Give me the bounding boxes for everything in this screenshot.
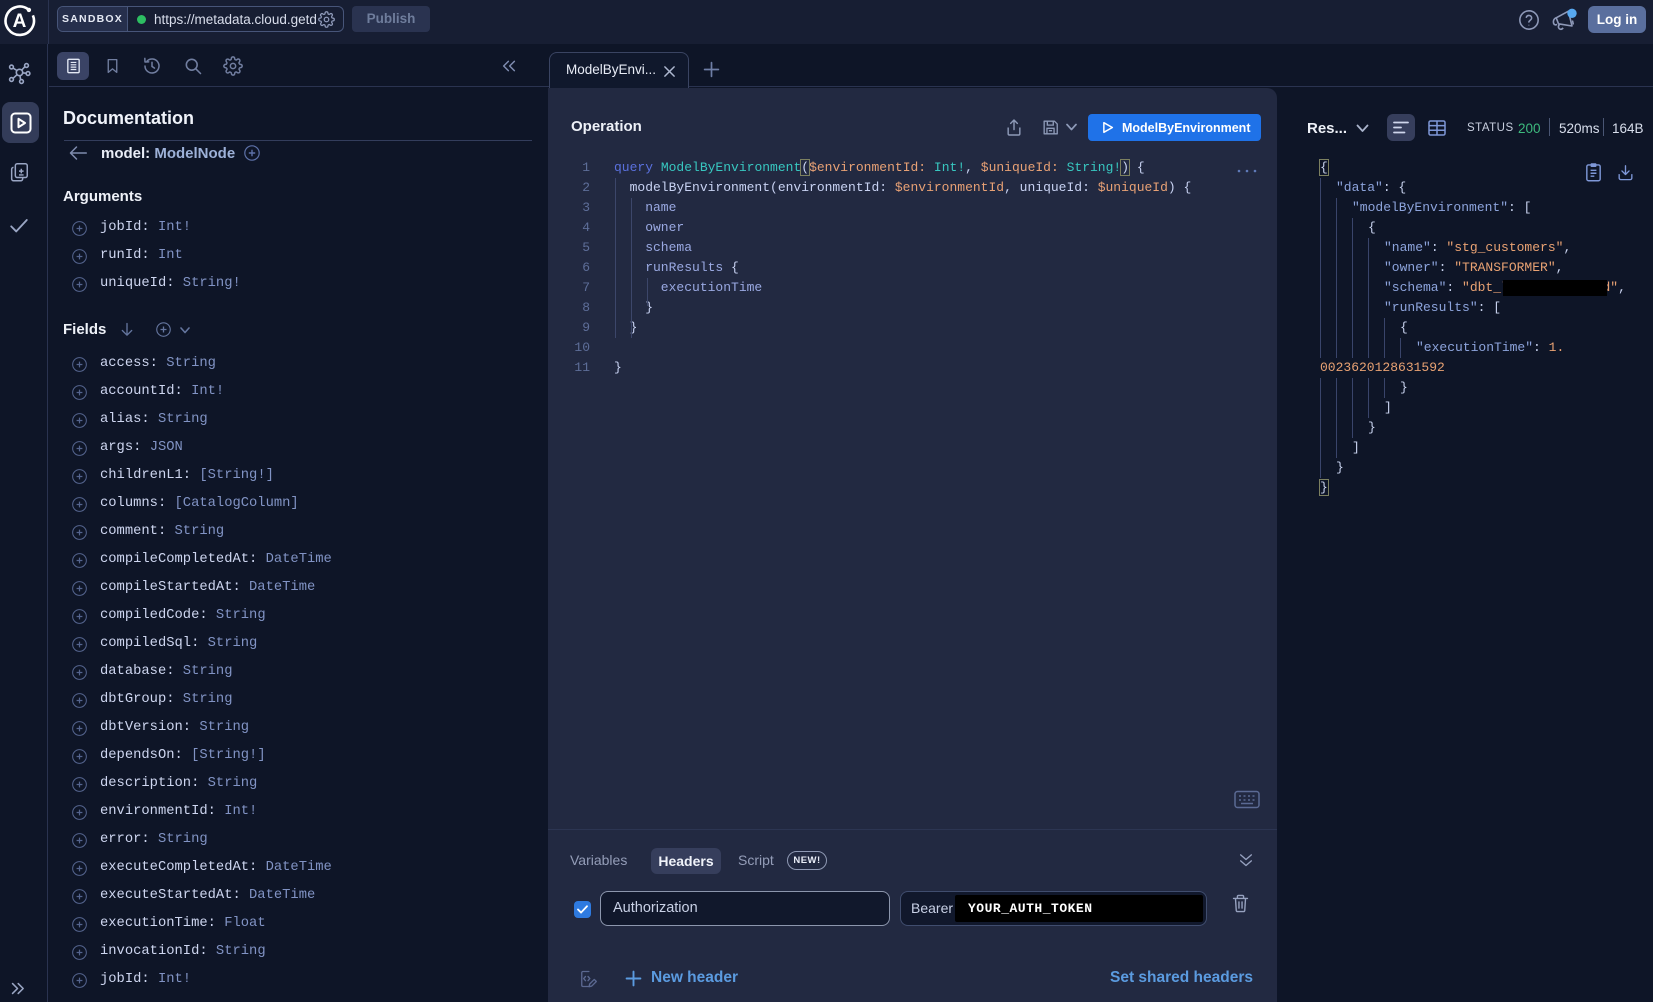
svg-text:A: A [13, 11, 27, 32]
